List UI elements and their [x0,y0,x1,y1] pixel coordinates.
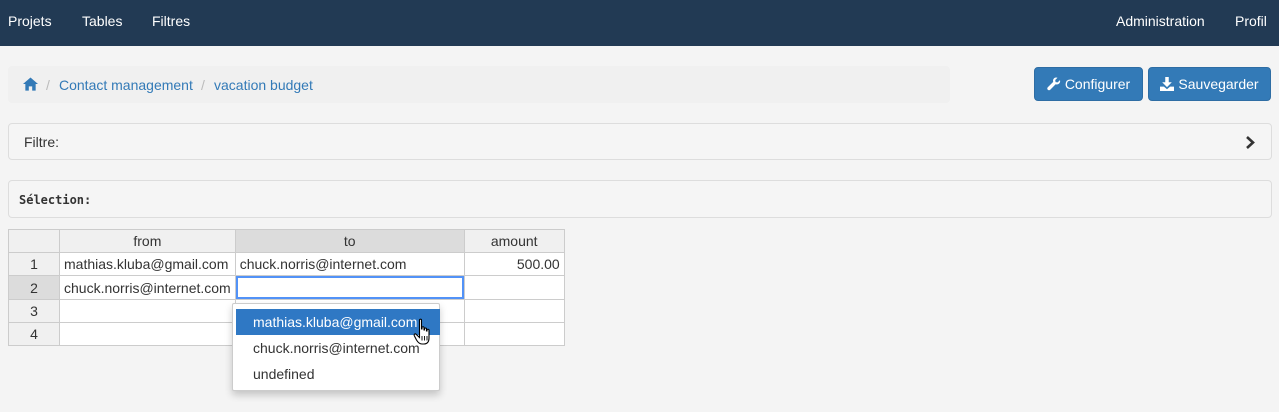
column-header-from[interactable]: from [59,229,236,253]
save-button[interactable]: Sauvegarder [1148,67,1271,101]
breadcrumb-contact-management[interactable]: Contact management [59,77,193,93]
configure-button[interactable]: Configurer [1034,67,1143,101]
selection-panel: Sélection: [8,180,1272,218]
cell-amount[interactable] [463,275,565,300]
nav-administration[interactable]: Administration [1116,13,1205,29]
row-number[interactable]: 2 [8,275,60,300]
home-icon[interactable] [23,77,38,91]
top-navbar: Projets Tables Filtres Administration Pr… [0,0,1279,46]
cell-from[interactable]: mathias.kluba@gmail.com [59,252,236,276]
row-number[interactable]: 1 [8,252,60,276]
dropdown-option[interactable]: chuck.norris@internet.com [236,335,440,361]
table-row: 2 chuck.norris@internet.com [8,275,565,300]
configure-label: Configurer [1064,76,1131,92]
row-number[interactable]: 3 [8,299,60,323]
column-header-to[interactable]: to [234,229,465,253]
cell-from[interactable] [59,299,236,323]
hand-pointer-icon [413,318,430,345]
download-icon [1160,77,1175,91]
filter-panel: Filtre: [8,123,1272,160]
grid-header-row: from to amount [8,229,565,253]
cell-amount[interactable] [463,299,565,323]
grid-corner [8,229,60,253]
dropdown-option[interactable]: undefined [236,361,440,387]
cell-from[interactable]: chuck.norris@internet.com [59,275,236,300]
breadcrumb-vacation-budget[interactable]: vacation budget [214,77,313,93]
dropdown-option[interactable]: mathias.kluba@gmail.com [236,309,440,335]
cell-editor-input[interactable] [235,276,464,299]
chevron-right-icon[interactable] [1245,136,1255,149]
nav-filtres[interactable]: Filtres [152,13,190,29]
autocomplete-dropdown: mathias.kluba@gmail.com chuck.norris@int… [232,303,440,391]
nav-tables[interactable]: Tables [82,13,122,29]
table-row: 1 mathias.kluba@gmail.com chuck.norris@i… [8,252,565,276]
nav-profil[interactable]: Profil [1235,13,1267,29]
column-header-amount[interactable]: amount [463,229,565,253]
cell-to[interactable]: chuck.norris@internet.com [234,252,465,276]
cell-from[interactable] [59,322,236,346]
cell-to[interactable] [234,275,465,300]
selection-label: Sélection: [19,193,92,207]
breadcrumb: / Contact management / vacation budget [8,66,950,103]
cell-amount[interactable]: 500.00 [463,252,565,276]
breadcrumb-separator: / [46,77,50,93]
nav-projets[interactable]: Projets [8,13,52,29]
row-number[interactable]: 4 [8,322,60,346]
breadcrumb-separator: / [201,77,205,93]
filter-label: Filtre: [24,134,59,150]
wrench-icon [1047,77,1060,91]
save-label: Sauvegarder [1178,76,1259,92]
cell-amount[interactable] [463,322,565,346]
